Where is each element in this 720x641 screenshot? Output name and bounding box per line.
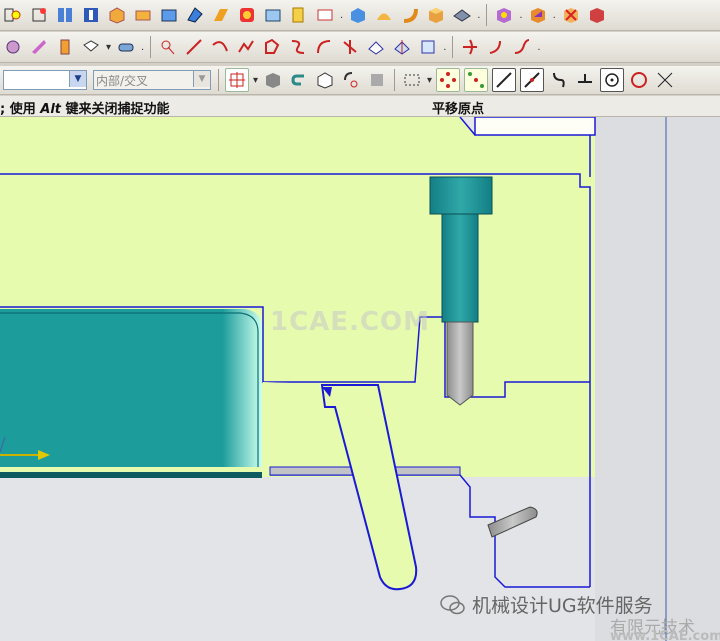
thread-icon[interactable]	[347, 4, 369, 26]
offset-curve-icon[interactable]	[459, 36, 481, 58]
toolbar-row-1: . . . .	[0, 0, 720, 31]
toolbar-row-2: ▾ . . .	[0, 32, 720, 63]
chevron-down-icon[interactable]: ▼	[69, 71, 86, 87]
watermark-partner-site: www.1CAE.com	[610, 629, 720, 641]
snap-point-icon[interactable]	[225, 68, 249, 92]
book-icon[interactable]	[54, 4, 76, 26]
trim-icon[interactable]	[287, 36, 309, 58]
draft-icon[interactable]	[80, 36, 102, 58]
prompt-key: Alt	[40, 102, 61, 117]
slot-icon[interactable]	[262, 4, 284, 26]
overflow-1[interactable]: .	[340, 10, 343, 21]
delete-body-icon[interactable]	[560, 4, 582, 26]
circle-line-icon[interactable]	[157, 36, 179, 58]
offset-icon[interactable]	[527, 4, 549, 26]
snap-point-on-curve-icon[interactable]	[548, 69, 570, 91]
watermark-site: 1CAE.COM	[270, 307, 430, 337]
cylinder-gray-icon[interactable]	[115, 36, 137, 58]
snap-existing-point-icon[interactable]	[654, 69, 676, 91]
snap-settings-icon[interactable]	[366, 69, 388, 91]
solid-cube-icon[interactable]	[262, 69, 284, 91]
snap-midpoint-icon[interactable]	[464, 68, 489, 92]
box-icon[interactable]	[106, 4, 128, 26]
project-icon[interactable]	[391, 36, 413, 58]
extract-icon[interactable]	[54, 36, 76, 58]
spline-icon[interactable]	[235, 36, 257, 58]
extend-icon[interactable]	[313, 36, 335, 58]
overflow-5[interactable]: ▾	[106, 42, 111, 53]
mold-section-drawing	[0, 117, 720, 641]
groove-icon[interactable]	[288, 4, 310, 26]
status-prompt: ; 使用 Alt 键来关闭捕捉功能	[0, 98, 170, 117]
ejector-pin	[441, 213, 479, 323]
toolbar-separator-4	[218, 69, 219, 91]
intersect-select[interactable]: 内部/交叉 ▼	[93, 70, 211, 90]
shell-icon[interactable]	[493, 4, 515, 26]
mirror-icon[interactable]	[28, 36, 50, 58]
toolbar-separator-3	[452, 36, 454, 58]
cube-icon[interactable]	[399, 4, 421, 26]
graphics-viewport[interactable]: 1CAE.COM 机械设计UG软件服务 有限元技术 www.1CAE.com	[0, 117, 720, 641]
fillet-2d-icon[interactable]	[339, 36, 361, 58]
prompt-suffix: 键来关闭捕捉功能	[65, 102, 170, 117]
select-box-icon[interactable]	[401, 69, 423, 91]
snap-intersect-icon[interactable]	[520, 68, 545, 92]
overflow-7[interactable]: .	[443, 42, 446, 53]
curve-extend-icon[interactable]	[511, 36, 533, 58]
block-icon[interactable]	[158, 4, 180, 26]
snap-quadrant-icon[interactable]	[628, 69, 650, 91]
snap-endpoint-icon[interactable]	[436, 68, 461, 92]
wechat-icon	[440, 594, 465, 614]
point-icon[interactable]	[28, 4, 50, 26]
chamfer-2d-icon[interactable]	[365, 36, 387, 58]
edge-icon[interactable]	[314, 4, 336, 26]
arc-icon[interactable]	[209, 36, 231, 58]
polygon-icon[interactable]	[261, 36, 283, 58]
selection-bar: ▼ 内部/交叉 ▼ ▾ ▾	[0, 66, 720, 95]
sheet-icon[interactable]	[184, 4, 206, 26]
snap-tangent-icon[interactable]	[574, 69, 596, 91]
ejector-pin-tip	[446, 321, 474, 406]
blend-icon[interactable]	[425, 4, 447, 26]
prompt-prefix: ; 使用	[0, 102, 36, 117]
book-blue-icon[interactable]	[80, 4, 102, 26]
slider-block	[0, 309, 262, 467]
chevron-down-icon-2[interactable]: ▼	[193, 71, 210, 87]
overflow-2[interactable]: .	[477, 10, 480, 21]
wave-icon[interactable]	[373, 4, 395, 26]
bridge-icon[interactable]	[485, 36, 507, 58]
pad-icon[interactable]	[236, 4, 258, 26]
status-bar: ; 使用 Alt 键来关闭捕捉功能 平移原点	[0, 96, 720, 117]
overflow-6[interactable]: .	[141, 42, 144, 53]
overflow-8[interactable]: .	[537, 42, 540, 53]
feature-icon[interactable]	[210, 4, 232, 26]
view-cube-icon[interactable]	[314, 69, 336, 91]
chamfer-icon[interactable]	[451, 4, 473, 26]
overflow-4[interactable]: .	[553, 10, 556, 21]
toolbar-separator	[486, 4, 488, 26]
intersect-value: 内部/交叉	[96, 73, 149, 88]
sketch-icon[interactable]	[2, 4, 24, 26]
overflow-9[interactable]: ▾	[253, 75, 258, 86]
snap-control-icon[interactable]	[492, 68, 517, 92]
overflow-10[interactable]: ▾	[427, 75, 432, 86]
gear-icon[interactable]	[2, 36, 24, 58]
undo-arrow-icon[interactable]	[288, 69, 310, 91]
snap-center-icon[interactable]	[600, 68, 625, 92]
intersect-curve-icon[interactable]	[417, 36, 439, 58]
cylinder-icon[interactable]	[132, 4, 154, 26]
snap-rotate-icon[interactable]	[340, 69, 362, 91]
type-filter-select[interactable]: ▼	[3, 70, 87, 90]
status-action: 平移原点	[432, 102, 485, 117]
toolbar-separator-2	[150, 36, 152, 58]
toolbar-separator-5	[394, 69, 396, 91]
line-icon[interactable]	[183, 36, 205, 58]
color-cube-icon[interactable]	[586, 4, 608, 26]
overflow-3[interactable]: .	[519, 10, 522, 21]
